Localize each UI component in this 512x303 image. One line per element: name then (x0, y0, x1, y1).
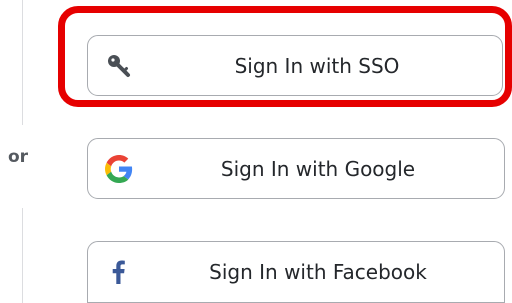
sign-in-facebook-button[interactable]: Sign In with Facebook (87, 241, 505, 303)
divider-line-bottom (22, 208, 23, 303)
sign-in-google-label: Sign In with Google (220, 156, 416, 181)
google-icon (104, 154, 134, 184)
sign-in-options: or Sign In with SSO Sign In with Google (0, 0, 512, 303)
sign-in-facebook-label: Sign In with Facebook (209, 260, 427, 284)
divider-line-top (22, 0, 23, 125)
or-separator: or (8, 147, 29, 167)
sign-in-google-button[interactable]: Sign In with Google (87, 138, 505, 199)
sso-highlight-annotation (58, 6, 512, 107)
facebook-icon (104, 257, 134, 287)
